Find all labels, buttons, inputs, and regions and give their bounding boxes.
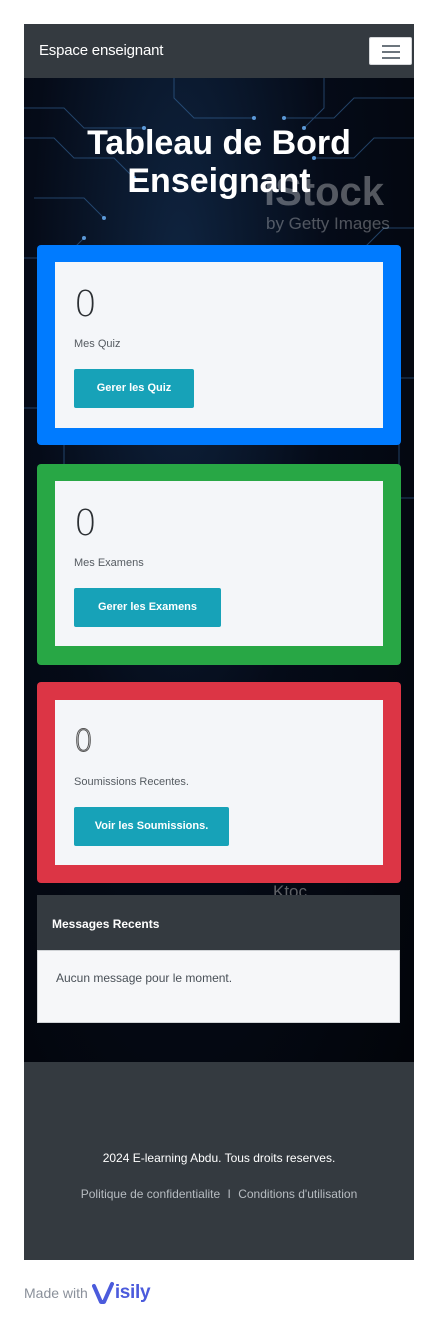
quiz-stat-panel: 0 Mes Quiz Gerer les Quiz <box>55 262 383 428</box>
privacy-link[interactable]: Politique de confidentialite <box>81 1187 220 1201</box>
exam-count: 0 <box>74 503 97 544</box>
made-with-text: Made with <box>24 1285 88 1301</box>
submissions-stat-panel: 0 Soumissions Recentes. Voir les Soumiss… <box>55 700 383 865</box>
visily-logo-icon <box>91 1280 114 1306</box>
submissions-label: Soumissions Recentes. <box>74 776 189 788</box>
page-title-line2: Enseignant <box>127 162 311 200</box>
quiz-count: 0 <box>74 284 97 325</box>
navbar-brand[interactable]: Espace enseignant <box>39 42 163 59</box>
visily-wordmark: isily <box>114 1282 151 1303</box>
made-with-badge[interactable]: Made with isily <box>24 1278 151 1308</box>
hamburger-line <box>382 45 400 47</box>
submissions-count: 0 <box>73 724 94 760</box>
exam-stat-card: 0 Mes Examens Gerer les Examens <box>37 464 401 665</box>
exam-stat-panel: 0 Mes Examens Gerer les Examens <box>55 481 383 646</box>
view-submissions-button[interactable]: Voir les Soumissions. <box>74 807 229 846</box>
page-frame: Espace enseignant iStock by Getty Images… <box>24 24 414 1260</box>
footer-separator: I <box>227 1187 231 1201</box>
manage-exams-button[interactable]: Gerer les Examens <box>74 588 221 627</box>
hamburger-menu-icon[interactable] <box>369 37 412 65</box>
hamburger-line <box>382 51 400 53</box>
quiz-label: Mes Quiz <box>74 338 121 350</box>
recent-messages-empty: Aucun message pour le moment. <box>37 950 400 1023</box>
page-title-line1: Tableau de Bord <box>87 124 351 162</box>
page-title: Tableau de Bord Enseignant <box>24 124 414 200</box>
terms-link[interactable]: Conditions d'utilisation <box>238 1187 357 1201</box>
exam-label: Mes Examens <box>74 557 144 569</box>
submissions-stat-card: 0 Soumissions Recentes. Voir les Soumiss… <box>37 682 401 883</box>
hamburger-line <box>382 57 400 59</box>
footer-copyright: 2024 E-learning Abdu. Tous droits reserv… <box>102 1151 336 1165</box>
watermark-subtext: by Getty Images <box>266 214 390 233</box>
manage-quiz-button[interactable]: Gerer les Quiz <box>74 369 194 408</box>
footer-links: Politique de confidentialite I Condition… <box>24 1187 414 1201</box>
footer: 2024 E-learning Abdu. Tous droits reserv… <box>24 1062 414 1260</box>
recent-messages-card: Messages Recents Aucun message pour le m… <box>37 895 400 1023</box>
navbar: Espace enseignant <box>24 24 414 78</box>
recent-messages-header: Messages Recents <box>37 895 400 950</box>
quiz-stat-card: 0 Mes Quiz Gerer les Quiz <box>37 245 401 445</box>
